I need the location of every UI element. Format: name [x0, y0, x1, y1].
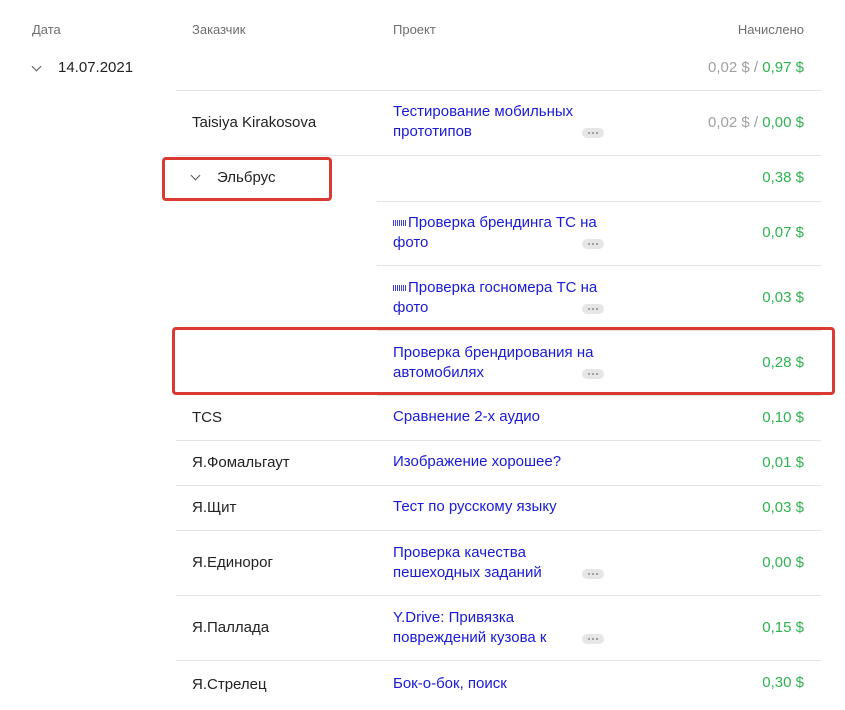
date-total-amount: 0,02 $ / 0,97 $: [708, 59, 804, 76]
date-amount-accrued: 0,97 $: [762, 59, 804, 76]
table-row: Я.Щит Тест по русскому языку 0,03 $: [176, 486, 821, 531]
more-dots-icon[interactable]: [582, 569, 604, 579]
project-link[interactable]: Проверка брендинга ТС на фото: [393, 213, 608, 253]
table-row: Taisiya Kirakosova Тестирование мобильны…: [176, 90, 821, 156]
client-name: Я.Щит: [192, 499, 237, 516]
row-amount: 0,30 $: [762, 674, 804, 691]
row-amount: 0,15 $: [762, 619, 804, 636]
project-thumbnail-icon: [393, 285, 407, 292]
column-header-client: Заказчик: [192, 22, 246, 37]
project-thumbnail-icon: [393, 220, 407, 227]
more-dots-icon[interactable]: [582, 634, 604, 644]
project-link[interactable]: Проверка качества пешеходных заданий: [393, 543, 608, 583]
amount-pending: 0,02 $: [708, 114, 750, 131]
table-row: Проверка брендинга ТС на фото 0,07 $: [377, 201, 821, 266]
amount-separator: /: [749, 114, 763, 131]
project-title: Проверка госномера ТС на фото: [393, 279, 598, 316]
row-amount: 0,10 $: [762, 409, 804, 426]
project-title: Проверка брендинга ТС на фото: [393, 214, 597, 251]
column-header-amount: Начислено: [737, 22, 804, 37]
table-row: Я.Паллада Y.Drive: Привязка повреждений …: [176, 596, 821, 661]
date-amount-pending: 0,02 $: [708, 59, 750, 76]
table-row: Я.Фомальгаут Изображение хорошее? 0,01 $: [176, 441, 821, 486]
project-link[interactable]: Проверка госномера ТС на фото: [393, 278, 608, 318]
table-row: Я.Стрелец Бок-о-бок, поиск 0,30 $: [176, 661, 821, 706]
column-header-project: Проект: [393, 22, 436, 37]
row-amount: 0,01 $: [762, 454, 804, 471]
project-link[interactable]: Изображение хорошее?: [393, 452, 608, 472]
client-name: Taisiya Kirakosova: [192, 114, 317, 131]
row-amount: 0,03 $: [762, 289, 804, 306]
row-amount: 0,00 $: [762, 554, 804, 571]
client-name: TCS: [192, 409, 222, 426]
table-row: Я.Единорог Проверка качества пешеходных …: [176, 531, 821, 596]
table-row: TCS Сравнение 2-х аудио 0,10 $: [176, 396, 821, 441]
row-amount: 0,03 $: [762, 499, 804, 516]
client-name: Я.Паллада: [192, 619, 270, 636]
more-dots-icon[interactable]: [582, 128, 604, 138]
project-link[interactable]: Бок-о-бок, поиск: [393, 674, 608, 694]
highlight-box-row: [172, 327, 835, 395]
chevron-down-icon[interactable]: [31, 61, 42, 72]
column-header-date: Дата: [32, 22, 61, 37]
client-name: Я.Стрелец: [192, 676, 267, 693]
date-label: 14.07.2021: [58, 59, 134, 76]
client-name: Я.Фомальгаут: [192, 454, 290, 471]
table-row: Проверка госномера ТС на фото 0,03 $: [377, 266, 821, 331]
date-group-row[interactable]: 14.07.2021 0,02 $ / 0,97 $: [0, 46, 845, 90]
client-name: Я.Единорог: [192, 554, 273, 571]
row-amount: 0,07 $: [762, 224, 804, 241]
more-dots-icon[interactable]: [582, 239, 604, 249]
more-dots-icon[interactable]: [582, 304, 604, 314]
amount-separator: /: [749, 59, 763, 76]
amount-accrued: 0,00 $: [762, 114, 804, 131]
project-link[interactable]: Тест по русскому языку: [393, 497, 608, 517]
project-link[interactable]: Тестирование мобильных прототипов: [393, 102, 608, 142]
project-link[interactable]: Y.Drive: Привязка повреждений кузова к: [393, 608, 608, 648]
highlight-box-group: [162, 157, 332, 201]
row-amount: 0,02 $ / 0,00 $: [708, 114, 804, 131]
group-amount: 0,38 $: [762, 169, 804, 186]
project-link[interactable]: Сравнение 2-х аудио: [393, 407, 608, 427]
